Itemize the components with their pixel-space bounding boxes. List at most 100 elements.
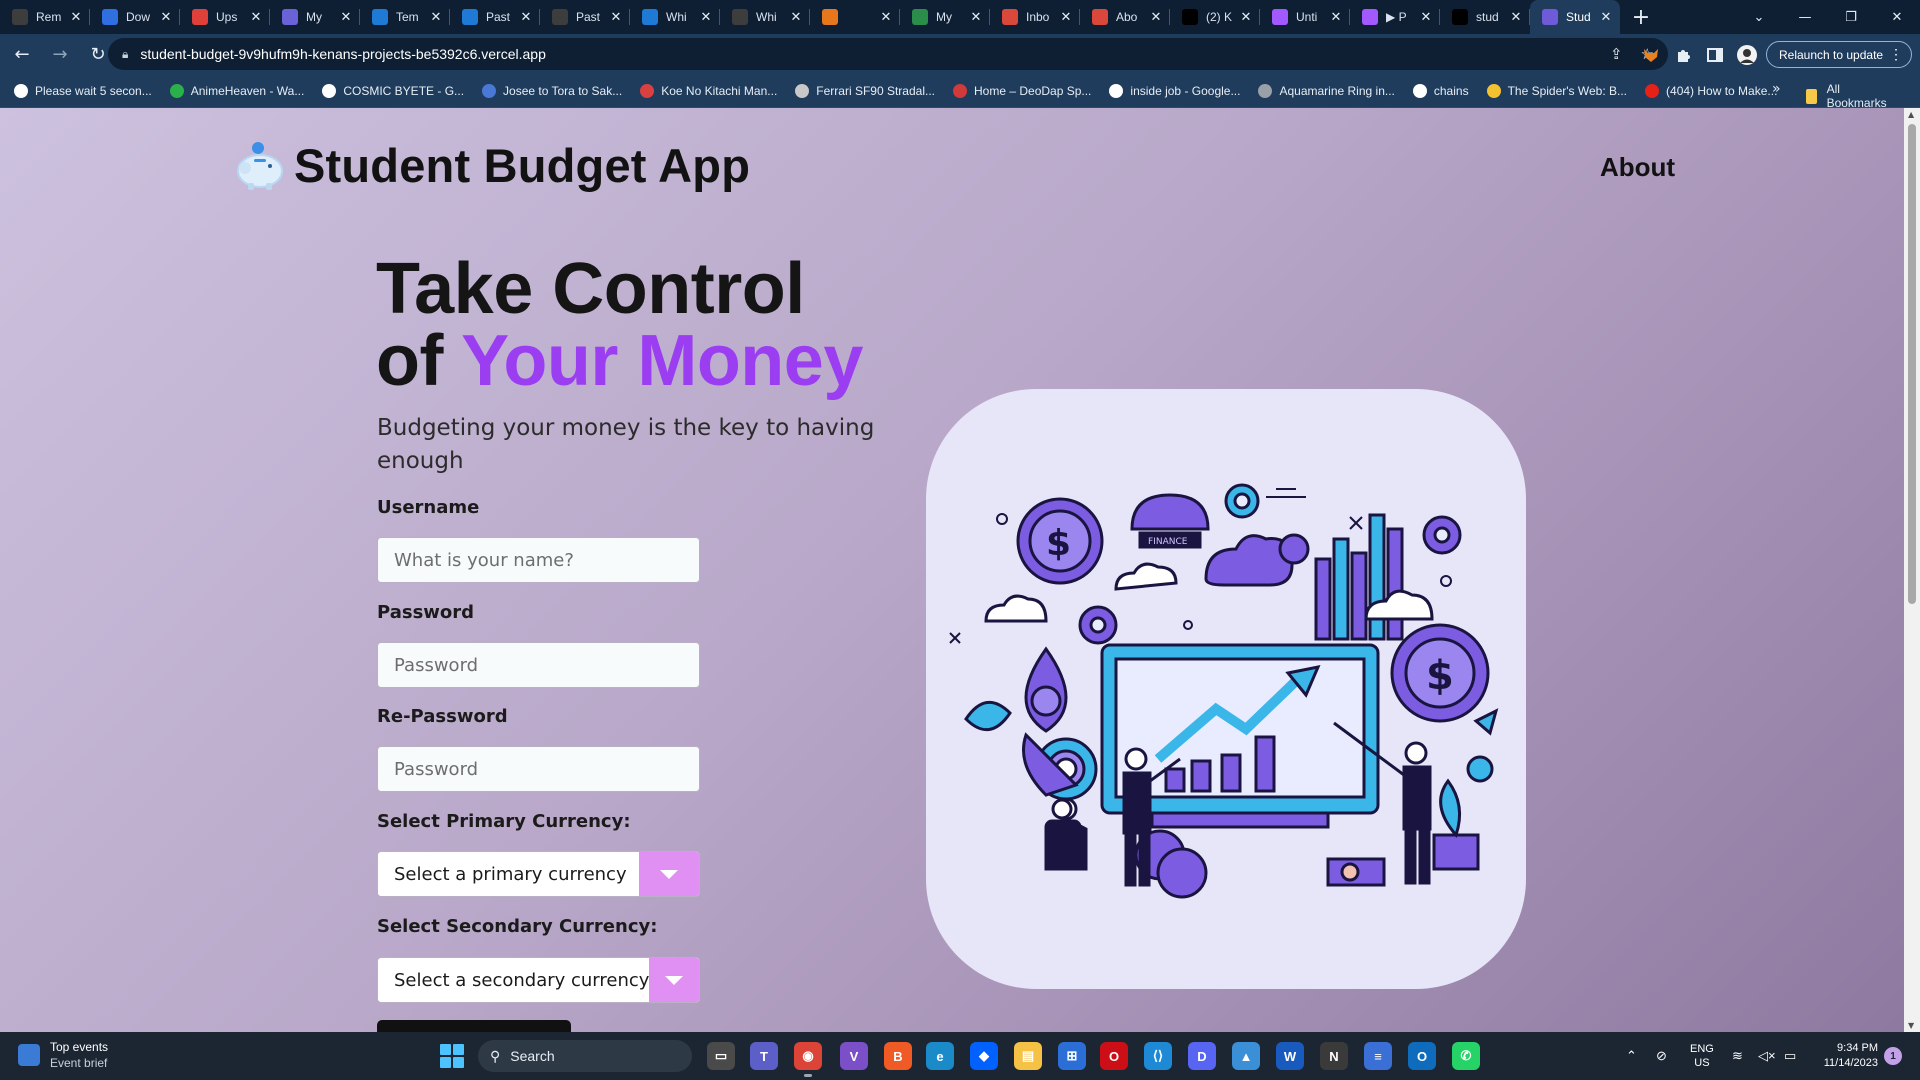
close-window-icon[interactable]: ✕	[1874, 0, 1920, 34]
browser-tab[interactable]: Inbo ✕	[990, 0, 1080, 34]
secondary-currency-dropdown-button[interactable]	[649, 958, 699, 1002]
close-tab-icon[interactable]: ✕	[698, 9, 714, 25]
chrome-icon[interactable]: ◉	[794, 1042, 822, 1077]
browser-tab[interactable]: stud ✕	[1440, 0, 1530, 34]
close-tab-icon[interactable]: ✕	[518, 9, 534, 25]
wifi-icon[interactable]: ≋	[1732, 1032, 1743, 1080]
brave-icon[interactable]: B	[884, 1042, 912, 1070]
bookmark-item[interactable]: Koe No Kitachi Man...	[640, 83, 777, 98]
close-tab-icon[interactable]: ✕	[428, 9, 444, 25]
close-tab-icon[interactable]: ✕	[1328, 9, 1344, 25]
file-explorer-icon[interactable]: ▤	[1014, 1042, 1042, 1070]
scroll-up-icon[interactable]: ▲	[1908, 110, 1914, 119]
close-tab-icon[interactable]: ✕	[68, 9, 84, 25]
forward-arrow-icon[interactable]: →	[44, 38, 76, 70]
bookmark-item[interactable]: Please wait 5 secon...	[14, 83, 152, 98]
browser-tab[interactable]: My ✕	[270, 0, 360, 34]
bookmark-item[interactable]: chains	[1412, 83, 1469, 98]
discord-icon[interactable]: D	[1188, 1042, 1216, 1070]
page-scrollbar[interactable]: ▲ ▼	[1904, 108, 1920, 1032]
system-clock[interactable]: 9:34 PM 11/14/2023	[1808, 1041, 1878, 1071]
microsoft-store-icon[interactable]: ⊞	[1058, 1042, 1086, 1070]
tab-search-icon[interactable]: ⌄	[1736, 0, 1782, 34]
nav-about-link[interactable]: About	[1600, 152, 1675, 183]
notification-badge[interactable]: 1	[1884, 1047, 1902, 1065]
notepad-icon[interactable]: ≡	[1364, 1042, 1392, 1070]
browser-tab[interactable]: ✕	[810, 0, 900, 34]
close-tab-icon[interactable]: ✕	[1148, 9, 1164, 25]
close-tab-icon[interactable]: ✕	[788, 9, 804, 25]
close-tab-icon[interactable]: ✕	[968, 9, 984, 25]
bookmark-item[interactable]: Ferrari SF90 Stradal...	[795, 83, 935, 98]
task-view-icon[interactable]: ▭	[707, 1042, 735, 1070]
taskbar-search[interactable]: ⚲ Search	[478, 1040, 692, 1072]
browser-tab[interactable]: Whi ✕	[630, 0, 720, 34]
address-bar[interactable]: 🔒︎ student-budget-9v9hufm9h-kenans-proje…	[108, 38, 1668, 70]
close-tab-icon[interactable]: ✕	[248, 9, 264, 25]
photos-icon[interactable]: ▲	[1232, 1042, 1260, 1070]
bookmark-item[interactable]: The Spider's Web: B...	[1486, 83, 1627, 98]
repassword-input[interactable]	[377, 746, 700, 792]
bookmark-item[interactable]: inside job - Google...	[1109, 83, 1240, 98]
start-button[interactable]	[440, 1044, 464, 1068]
close-tab-icon[interactable]: ✕	[338, 9, 354, 25]
restore-icon[interactable]: ❐	[1828, 0, 1874, 34]
opera-icon[interactable]: O	[1100, 1042, 1128, 1070]
password-input[interactable]	[377, 642, 700, 688]
bookmark-item[interactable]: (404) How to Make...	[1645, 83, 1777, 98]
brand[interactable]: Student Budget App	[232, 138, 750, 193]
primary-currency-dropdown-button[interactable]	[639, 852, 699, 896]
outlook-icon[interactable]: O	[1408, 1042, 1436, 1070]
bookmark-item[interactable]: Josee to Tora to Sak...	[482, 83, 622, 98]
side-panel-icon[interactable]	[1704, 44, 1726, 66]
browser-tab[interactable]: Ups ✕	[180, 0, 270, 34]
browser-tab[interactable]: Dow ✕	[90, 0, 180, 34]
more-bookmarks-icon[interactable]: »	[1772, 81, 1781, 97]
share-icon[interactable]: ⇪	[1610, 45, 1623, 63]
browser-tab[interactable]: Tem ✕	[360, 0, 450, 34]
close-tab-icon[interactable]: ✕	[878, 9, 894, 25]
fox-extension-icon[interactable]	[1640, 44, 1662, 66]
battery-icon[interactable]: ▭	[1784, 1032, 1796, 1080]
minimize-icon[interactable]: —	[1782, 0, 1828, 34]
bookmark-item[interactable]: COSMIC BYETE - G...	[322, 83, 464, 98]
show-hidden-icons[interactable]: ⌃	[1626, 1032, 1637, 1080]
scrollbar-thumb[interactable]	[1908, 124, 1916, 604]
browser-tab[interactable]: (2) K ✕	[1170, 0, 1260, 34]
browser-tab[interactable]: Abo ✕	[1080, 0, 1170, 34]
browser-tab[interactable]: ▶ P ✕	[1350, 0, 1440, 34]
new-tab-icon[interactable]: +	[1624, 0, 1658, 34]
relaunch-to-update-button[interactable]: Relaunch to update ⋮	[1766, 41, 1912, 68]
url-text[interactable]: student-budget-9v9hufm9h-kenans-projects…	[140, 46, 545, 62]
notion-icon[interactable]: N	[1320, 1042, 1348, 1070]
close-tab-icon[interactable]: ✕	[1508, 9, 1524, 25]
whatsapp-icon[interactable]: ✆	[1452, 1042, 1480, 1070]
all-bookmarks-button[interactable]: All Bookmarks	[1806, 82, 1889, 110]
language-indicator[interactable]: ENG US	[1690, 1042, 1714, 1070]
username-input[interactable]	[377, 537, 700, 583]
bookmark-item[interactable]: Home – DeoDap Sp...	[953, 83, 1091, 98]
close-tab-icon[interactable]: ✕	[1238, 9, 1254, 25]
browser-tab[interactable]: Unti ✕	[1260, 0, 1350, 34]
browser-tab[interactable]: My ✕	[900, 0, 990, 34]
profile-avatar[interactable]	[1736, 44, 1758, 66]
volume-muted-icon[interactable]: ◁×	[1758, 1032, 1776, 1080]
browser-tab[interactable]: Past ✕	[540, 0, 630, 34]
browser-tab[interactable]: Past ✕	[450, 0, 540, 34]
more-menu-icon[interactable]: ⋮	[1889, 46, 1903, 63]
close-tab-icon[interactable]: ✕	[1058, 9, 1074, 25]
dropbox-icon[interactable]: ◆	[970, 1042, 998, 1070]
close-tab-icon[interactable]: ✕	[158, 9, 174, 25]
primary-currency-select[interactable]: Select a primary currency	[377, 851, 700, 897]
widgets-button[interactable]: Top events Event brief	[18, 1040, 108, 1070]
vscode-icon[interactable]: ⟨⟩	[1144, 1042, 1172, 1070]
mic-muted-icon[interactable]: ⊘	[1656, 1032, 1667, 1080]
browser-tab[interactable]: Stud ✕	[1530, 0, 1620, 34]
word-icon[interactable]: W	[1276, 1042, 1304, 1070]
submit-button[interactable]	[377, 1020, 571, 1032]
secondary-currency-select[interactable]: Select a secondary currency	[377, 957, 700, 1003]
close-tab-icon[interactable]: ✕	[1418, 9, 1434, 25]
teams-icon[interactable]: T	[750, 1042, 778, 1070]
extensions-puzzle-icon[interactable]	[1672, 44, 1694, 66]
back-arrow-icon[interactable]: ←	[6, 38, 38, 70]
